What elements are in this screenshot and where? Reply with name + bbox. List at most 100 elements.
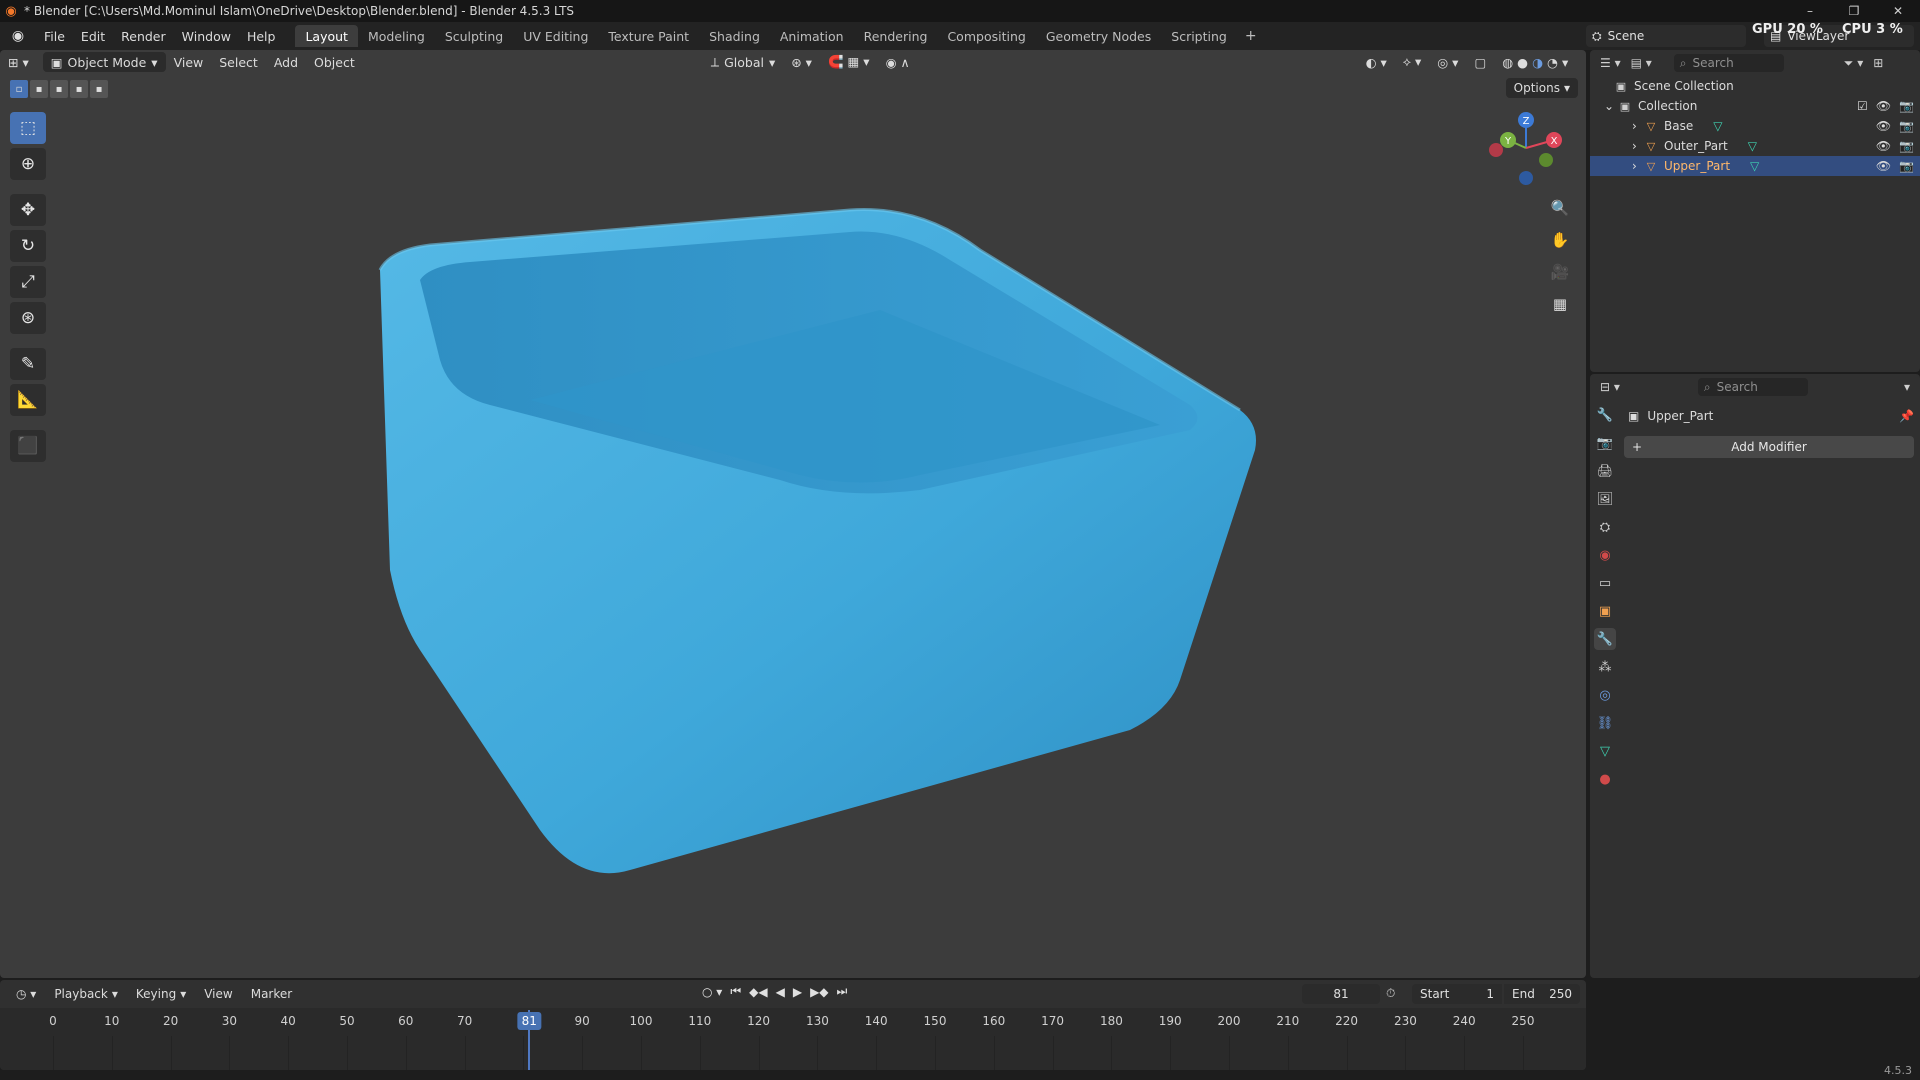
blender-menu-icon[interactable]: ◉ xyxy=(0,28,36,44)
add-cube-tool-icon[interactable]: ⬛ xyxy=(10,430,46,462)
physics-tab-icon[interactable]: ◎ xyxy=(1594,684,1616,706)
menu-help[interactable]: Help xyxy=(239,29,284,44)
select-box-tool-icon[interactable]: ⬚ xyxy=(10,112,46,144)
menu-edit[interactable]: Edit xyxy=(73,29,113,44)
tool-tab-icon[interactable]: 🔧 xyxy=(1594,404,1616,426)
tab-texture-paint[interactable]: Texture Paint xyxy=(598,25,699,47)
annotate-tool-icon[interactable]: ✎ xyxy=(10,348,46,380)
camera-view-icon[interactable]: 🎥 xyxy=(1546,260,1574,284)
eye-icon[interactable]: 👁 xyxy=(1876,119,1891,133)
tab-modeling[interactable]: Modeling xyxy=(358,25,435,47)
scale-tool-icon[interactable]: ⤢ xyxy=(10,266,46,298)
tab-compositing[interactable]: Compositing xyxy=(937,25,1035,47)
neg-z-axis-icon[interactable] xyxy=(1519,171,1533,185)
cursor-tool-icon[interactable]: ⊕ xyxy=(10,148,46,180)
perspective-grid-icon[interactable]: ▦ xyxy=(1546,292,1574,316)
outliner-item-base[interactable]: › ▽ Base ▽ 👁 📷 xyxy=(1590,116,1920,136)
current-frame-field[interactable]: 81 xyxy=(1302,984,1380,1004)
auto-keying-icon[interactable]: ○ ▾ xyxy=(702,985,722,999)
playback-menu[interactable]: Playback ▾ xyxy=(48,984,124,1004)
exclude-checkbox[interactable]: ☑ xyxy=(1857,99,1868,113)
shading-modes[interactable]: ◍ ● ◑ ◔ ▾ xyxy=(1494,52,1576,72)
menu-file[interactable]: File xyxy=(36,29,73,44)
display-mode-icon[interactable]: ▤ ▾ xyxy=(1631,56,1652,70)
select-intersect-icon[interactable]: ▪ xyxy=(90,80,108,98)
tab-geometry-nodes[interactable]: Geometry Nodes xyxy=(1036,25,1161,47)
pan-hand-icon[interactable]: ✋ xyxy=(1546,228,1574,252)
menu-select[interactable]: Select xyxy=(211,52,266,72)
expand-chevron-icon[interactable]: › xyxy=(1632,119,1644,133)
neg-x-axis-icon[interactable] xyxy=(1489,143,1503,157)
transform-tool-icon[interactable]: ⊛ xyxy=(10,302,46,334)
expand-chevron-icon[interactable]: › xyxy=(1632,139,1644,153)
material-tab-icon[interactable]: ● xyxy=(1594,768,1616,790)
camera-icon[interactable]: 📷 xyxy=(1899,119,1914,133)
tab-scripting[interactable]: Scripting xyxy=(1161,25,1237,47)
rotate-tool-icon[interactable]: ↻ xyxy=(10,230,46,262)
neg-y-axis-icon[interactable] xyxy=(1539,153,1553,167)
rendered-shading-icon[interactable]: ◔ xyxy=(1547,55,1558,70)
play-icon[interactable]: ▶ xyxy=(793,985,802,999)
particles-tab-icon[interactable]: ⁂ xyxy=(1594,656,1616,678)
play-reverse-icon[interactable]: ◀ xyxy=(776,985,785,999)
measure-tool-icon[interactable]: 📐 xyxy=(10,384,46,416)
maximize-button[interactable]: ❐ xyxy=(1832,0,1876,22)
outliner-search-input[interactable]: ⌕ Search xyxy=(1673,54,1784,72)
menu-render[interactable]: Render xyxy=(113,29,174,44)
menu-object[interactable]: Object xyxy=(306,52,363,72)
menu-window[interactable]: Window xyxy=(174,29,239,44)
select-difference-icon[interactable]: ▪ xyxy=(70,80,88,98)
collection-tab-icon[interactable]: ▭ xyxy=(1594,572,1616,594)
tab-sculpting[interactable]: Sculpting xyxy=(435,25,513,47)
playhead-frame-label[interactable]: 81 xyxy=(517,1012,541,1030)
end-frame-field[interactable]: End 250 xyxy=(1504,984,1580,1004)
tab-shading[interactable]: Shading xyxy=(699,25,770,47)
overlay-toggle-icon[interactable]: ◎ ▾ xyxy=(1429,52,1466,72)
marker-menu[interactable]: Marker xyxy=(245,984,298,1004)
tab-layout[interactable]: Layout xyxy=(295,25,358,47)
new-collection-icon[interactable]: ⊞ xyxy=(1873,56,1883,70)
camera-icon[interactable]: 📷 xyxy=(1899,139,1914,153)
chevron-down-icon[interactable]: ▾ xyxy=(1562,55,1568,70)
modifier-tab-icon[interactable]: 🔧 xyxy=(1594,628,1616,650)
options-button[interactable]: Options ▾ xyxy=(1505,78,1578,98)
render-tab-icon[interactable]: 📷 xyxy=(1594,432,1616,454)
view-menu[interactable]: View xyxy=(198,984,238,1004)
transform-orientation-dropdown[interactable]: ⟂ Global ▾ xyxy=(703,52,784,72)
solid-shading-icon[interactable]: ● xyxy=(1517,55,1528,70)
constraints-tab-icon[interactable]: ⛓ xyxy=(1594,712,1616,734)
zoom-icon[interactable]: 🔍 xyxy=(1546,196,1574,220)
proportional-edit-icon[interactable]: ◉ ∧ xyxy=(878,52,918,72)
properties-search-input[interactable]: ⌕ Search xyxy=(1697,378,1808,396)
keying-menu[interactable]: Keying ▾ xyxy=(130,984,192,1004)
frame-ruler[interactable]: 0102030405060708090100110120130140150160… xyxy=(0,1008,1586,1070)
world-tab-icon[interactable]: ◉ xyxy=(1594,544,1616,566)
tab-rendering[interactable]: Rendering xyxy=(854,25,938,47)
select-extend-icon[interactable]: ▪ xyxy=(30,80,48,98)
close-button[interactable]: ✕ xyxy=(1876,0,1920,22)
start-frame-field[interactable]: Start 1 xyxy=(1412,984,1502,1004)
select-new-icon[interactable]: ▫ xyxy=(10,80,28,98)
eye-icon[interactable]: 👁 xyxy=(1876,139,1891,153)
eye-icon[interactable]: 👁 xyxy=(1876,99,1891,113)
outliner-item-outer-part[interactable]: › ▽ Outer_Part ▽ 👁 📷 xyxy=(1590,136,1920,156)
filter-icon[interactable]: ⏷ ▾ xyxy=(1844,56,1863,71)
xray-icon[interactable]: ▢ xyxy=(1466,52,1494,72)
pivot-icon[interactable]: ⊛ ▾ xyxy=(783,52,820,72)
gizmo-toggle-icon[interactable]: ⟡ ▾ xyxy=(1395,52,1430,72)
expand-chevron-icon[interactable]: ⌄ xyxy=(1604,99,1618,113)
outliner-item-upper-part[interactable]: › ▽ Upper_Part ▽ 👁 📷 xyxy=(1590,156,1920,176)
pin-icon[interactable]: 📌 xyxy=(1899,409,1914,423)
scene-collection-row[interactable]: ▣ Scene Collection xyxy=(1590,76,1920,96)
add-modifier-button[interactable]: + Add Modifier xyxy=(1624,436,1914,458)
camera-icon[interactable]: 📷 xyxy=(1899,99,1914,113)
menu-add[interactable]: Add xyxy=(266,52,306,72)
select-subtract-icon[interactable]: ▪ xyxy=(50,80,68,98)
object-tab-icon[interactable]: ▣ xyxy=(1594,600,1616,622)
jump-start-icon[interactable]: ⏮ xyxy=(730,984,741,999)
properties-editor-type-icon[interactable]: ⊟ ▾ xyxy=(1600,380,1620,394)
output-tab-icon[interactable]: 🖨 xyxy=(1594,460,1616,482)
snap-icon[interactable]: 🧲 ▦ ▾ xyxy=(820,52,878,72)
collection-row[interactable]: ⌄ ▣ Collection ☑ 👁 📷 xyxy=(1590,96,1920,116)
expand-chevron-icon[interactable]: › xyxy=(1632,159,1644,173)
